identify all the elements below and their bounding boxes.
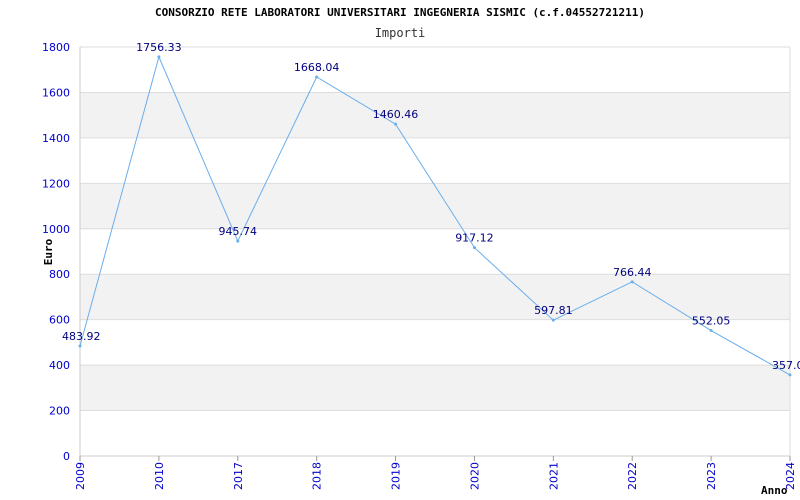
x-tick-label: 2019 xyxy=(390,462,403,490)
chart-title: CONSORZIO RETE LABORATORI UNIVERSITARI I… xyxy=(155,6,645,19)
x-tick-label: 2009 xyxy=(74,462,87,490)
data-point xyxy=(157,55,161,59)
y-tick-label: 1600 xyxy=(42,86,70,99)
x-tick-label: 2010 xyxy=(153,462,166,490)
y-tick-label: 400 xyxy=(49,359,70,372)
data-point xyxy=(78,344,82,348)
data-point xyxy=(394,122,398,126)
y-tick-label: 600 xyxy=(49,314,70,327)
background-bands xyxy=(80,92,790,411)
x-tick-label: 2017 xyxy=(232,462,245,490)
data-point xyxy=(236,239,240,243)
x-tick-label: 2020 xyxy=(468,462,481,490)
y-tick-label: 1000 xyxy=(42,223,70,236)
data-label: 1756.33 xyxy=(136,41,182,54)
data-point xyxy=(788,373,792,377)
data-label: 766.44 xyxy=(613,266,652,279)
x-axis-ticks: 2009 2010 2017 2018 2019 2020 2021 2022 2023 2024 xyxy=(74,456,797,490)
data-point xyxy=(472,246,476,250)
y-tick-label: 800 xyxy=(49,268,70,281)
x-tick-label: 2023 xyxy=(705,462,718,490)
y-tick-label: 1400 xyxy=(42,132,70,145)
data-label: 945.74 xyxy=(219,225,258,238)
y-tick-label: 0 xyxy=(63,450,70,463)
data-label: 552.05 xyxy=(692,315,731,328)
x-tick-label: 2022 xyxy=(626,462,639,490)
x-tick-label: 2021 xyxy=(547,462,560,490)
grid-band xyxy=(80,92,790,138)
y-axis-label: Euro xyxy=(42,238,55,265)
data-label: 357.0 xyxy=(772,359,800,372)
line-chart: 0 200 400 600 800 1000 1200 1400 1600 1800 2009 20… xyxy=(42,6,800,497)
data-label: 917.12 xyxy=(455,232,494,245)
y-tick-label: 1800 xyxy=(42,41,70,54)
chart-subtitle: Importi xyxy=(375,26,426,40)
y-tick-label: 1200 xyxy=(42,177,70,190)
y-tick-label: 200 xyxy=(49,405,70,418)
grid-band xyxy=(80,274,790,320)
data-point xyxy=(630,280,634,284)
data-point xyxy=(315,75,319,79)
data-label: 1460.46 xyxy=(373,108,419,121)
data-label: 483.92 xyxy=(62,330,101,343)
grid-band xyxy=(80,183,790,229)
data-label: 1668.04 xyxy=(294,61,340,74)
data-label: 597.81 xyxy=(534,304,573,317)
grid-band xyxy=(80,365,790,411)
data-point xyxy=(709,329,713,333)
x-tick-label: 2018 xyxy=(311,462,324,490)
x-axis-label: Anno xyxy=(761,484,788,497)
data-point xyxy=(551,318,555,322)
